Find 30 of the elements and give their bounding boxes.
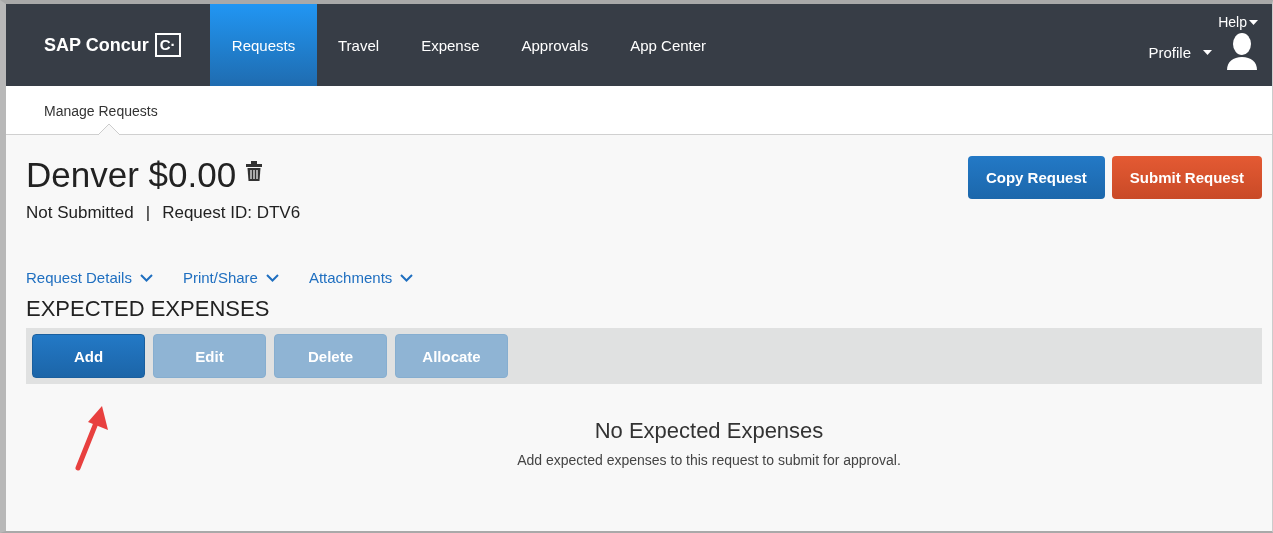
dropdown-link[interactable]: Attachments [308, 269, 414, 286]
dropdown-link[interactable]: Request Details [26, 269, 153, 286]
nav-tab[interactable]: Requests [210, 4, 317, 86]
avatar-icon[interactable] [1226, 32, 1258, 72]
empty-message: Add expected expenses to this request to submit for approval. [517, 452, 901, 468]
nav-tab[interactable]: Expense [400, 4, 501, 86]
submit-button[interactable]: Submit Request [1111, 156, 1262, 199]
request-id: Request ID: DTV6 [162, 203, 301, 223]
brand-name: SAP Concur [44, 34, 149, 56]
nav-tab[interactable]: Approvals [500, 4, 610, 86]
nav-tab[interactable]: Travel [317, 4, 401, 86]
copy-button[interactable]: Copy Request [967, 156, 1105, 199]
caret-icon [1249, 19, 1258, 25]
section-title: EXPECTED EXPENSES [26, 296, 271, 322]
brand-logo: C· [154, 33, 181, 57]
chevron-down-icon [265, 273, 279, 282]
nav-tab[interactable]: App Center [609, 4, 728, 86]
caret-icon [1203, 49, 1212, 55]
status-text: Not Submitted [26, 203, 134, 223]
separator: | [145, 203, 151, 223]
help-menu[interactable]: Help [1218, 14, 1258, 30]
chevron-down-icon [400, 273, 414, 282]
subnav-tab[interactable]: Manage Requests [44, 102, 158, 120]
trash-icon[interactable] [246, 161, 263, 181]
request-title: Denver $0.00 [26, 155, 237, 195]
profile-menu[interactable]: Profile [1148, 43, 1212, 61]
dropdown-link[interactable]: Print/Share [182, 269, 279, 286]
chevron-down-icon [139, 273, 153, 282]
toolbar-button[interactable]: Add [32, 334, 145, 378]
empty-title: No Expected Expenses [594, 418, 824, 444]
